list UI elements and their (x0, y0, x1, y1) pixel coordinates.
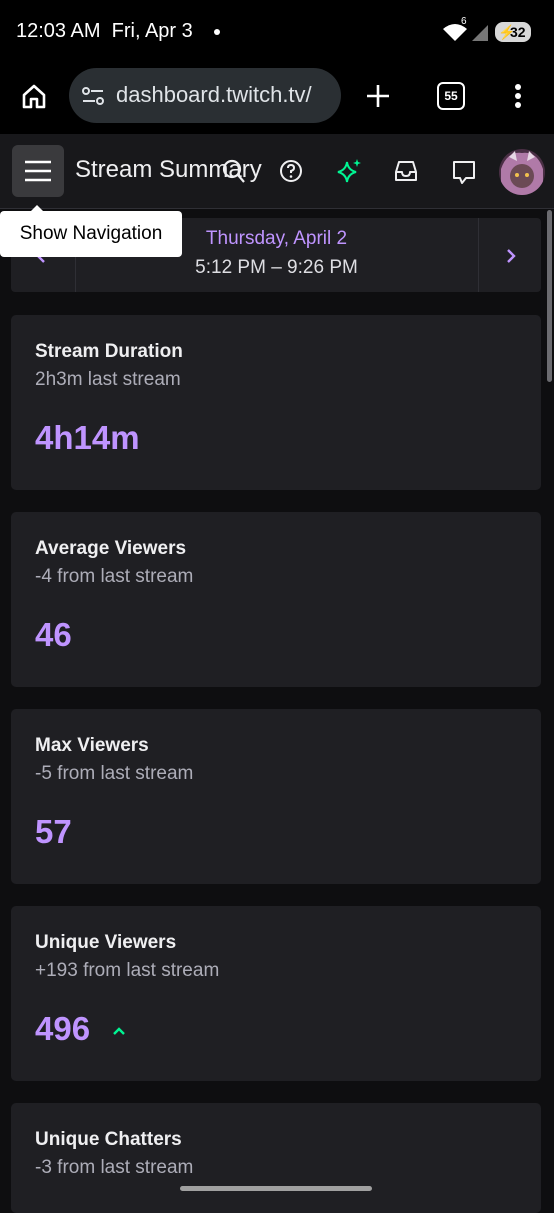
url-text[interactable]: dashboard.twitch.tv/ (116, 82, 312, 108)
inbox-icon[interactable] (393, 159, 419, 183)
trend-up-icon (112, 1026, 126, 1036)
stat-card-unique-viewers: Unique Viewers +193 from last stream 496 (11, 906, 541, 1081)
navigation-tooltip: Show Navigation (0, 211, 182, 257)
status-bar: 12:03 AM Fri, Apr 3 6 ⚡ 32 (0, 0, 554, 62)
search-icon[interactable] (222, 159, 246, 185)
new-tab-icon[interactable] (364, 82, 392, 110)
gesture-bar[interactable] (180, 1186, 372, 1191)
tab-switcher-button[interactable]: 55 (437, 82, 465, 110)
stream-time-range: 5:12 PM – 9:26 PM (195, 257, 358, 278)
next-stream-button[interactable] (478, 218, 542, 292)
card-subtitle: +193 from last stream (35, 960, 220, 981)
scrollbar-thumb[interactable] (547, 210, 552, 382)
help-icon[interactable] (279, 159, 303, 183)
navigation-menu-button[interactable] (12, 145, 64, 197)
site-settings-icon[interactable] (81, 85, 105, 107)
card-title: Unique Viewers (35, 932, 177, 953)
sparkle-icon[interactable] (336, 158, 362, 184)
card-value: 46 (35, 616, 72, 653)
more-options-icon[interactable] (508, 82, 528, 110)
card-subtitle: 2h3m last stream (35, 369, 181, 390)
hamburger-icon (24, 159, 52, 183)
card-subtitle: -4 from last stream (35, 566, 194, 587)
signal-icon (470, 23, 490, 42)
card-value: 4h14m (35, 419, 140, 456)
user-avatar[interactable] (499, 149, 545, 195)
stat-card-max-viewers: Max Viewers -5 from last stream 57 (11, 709, 541, 884)
card-subtitle: -5 from last stream (35, 763, 194, 784)
battery-indicator: ⚡ 32 (495, 22, 531, 42)
status-time: 12:03 AM Fri, Apr 3 (16, 20, 193, 42)
chevron-right-icon (505, 248, 517, 264)
notification-dot (214, 29, 220, 35)
stat-card-average-viewers: Average Viewers -4 from last stream 46 (11, 512, 541, 687)
card-value: 57 (35, 813, 72, 850)
card-title: Stream Duration (35, 341, 183, 362)
home-icon[interactable] (20, 82, 48, 110)
stat-card-unique-chatters: Unique Chatters -3 from last stream (11, 1103, 541, 1213)
whispers-icon[interactable] (451, 159, 477, 185)
card-subtitle: -3 from last stream (35, 1157, 194, 1178)
network-type-label: 6 (461, 16, 467, 27)
card-title: Average Viewers (35, 538, 187, 559)
card-value: 496 (35, 1010, 91, 1047)
card-title: Unique Chatters (35, 1129, 182, 1150)
card-title: Max Viewers (35, 735, 149, 756)
stat-card-stream-duration: Stream Duration 2h3m last stream 4h14m (11, 315, 541, 490)
